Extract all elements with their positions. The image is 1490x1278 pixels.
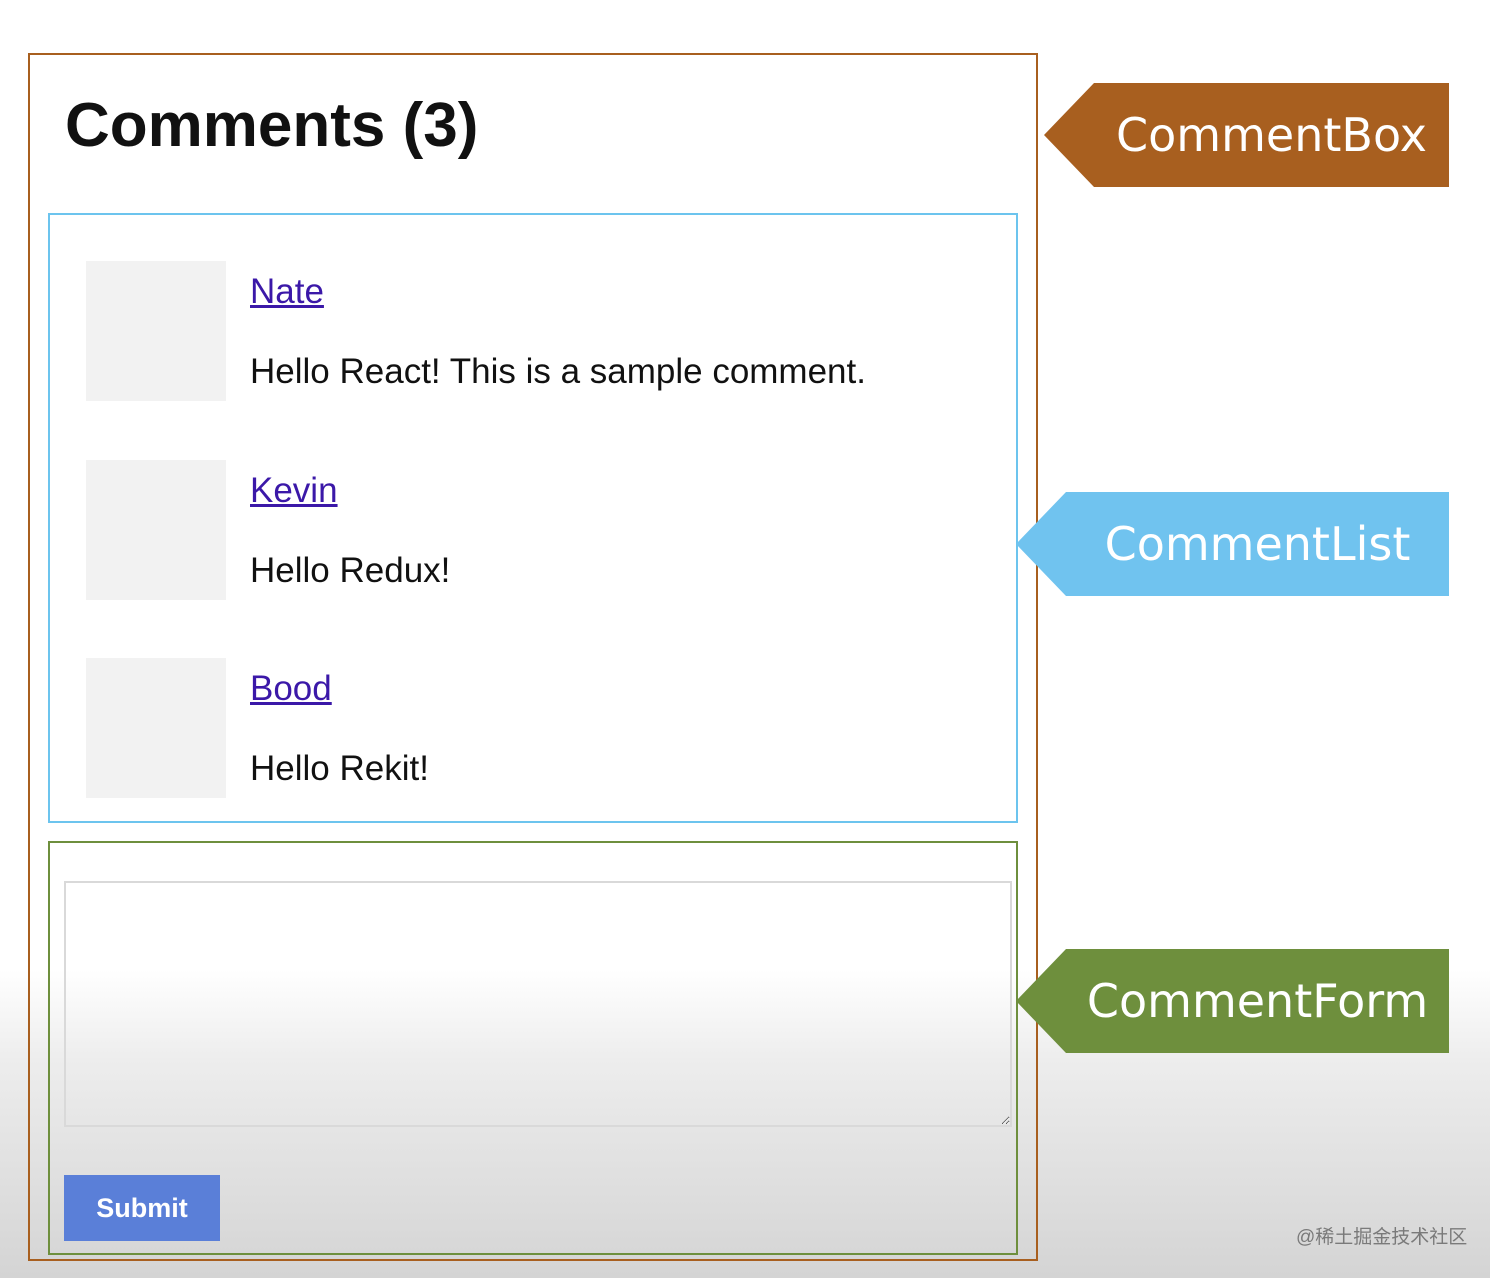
comments-title: Comments (3) <box>65 91 479 160</box>
comment-text: Hello Rekit! <box>250 749 429 788</box>
comment-item: Bood Hello Rekit! <box>86 658 986 798</box>
comment-form: Submit <box>48 841 1018 1255</box>
submit-button[interactable]: Submit <box>64 1175 220 1241</box>
watermark: @稀土掘金技术社区 <box>1296 1227 1468 1248</box>
comment-item: Nate Hello React! This is a sample comme… <box>86 261 986 401</box>
comment-text: Hello React! This is a sample comment. <box>250 352 866 391</box>
avatar <box>86 658 226 798</box>
comment-box-label: CommentBox <box>1044 83 1449 187</box>
comment-box: Comments (3) Nate Hello React! This is a… <box>28 53 1038 1261</box>
avatar <box>86 261 226 401</box>
comment-list: Nate Hello React! This is a sample comme… <box>48 213 1018 823</box>
comment-author-link[interactable]: Kevin <box>250 470 338 512</box>
avatar <box>86 460 226 600</box>
comment-author-link[interactable]: Nate <box>250 271 324 313</box>
comment-author-link[interactable]: Bood <box>250 668 332 710</box>
comment-form-label: CommentForm <box>1016 949 1449 1053</box>
comment-item: Kevin Hello Redux! <box>86 460 986 600</box>
comment-textarea[interactable] <box>64 881 1012 1127</box>
comment-text: Hello Redux! <box>250 551 451 590</box>
comment-list-label: CommentList <box>1016 492 1449 596</box>
